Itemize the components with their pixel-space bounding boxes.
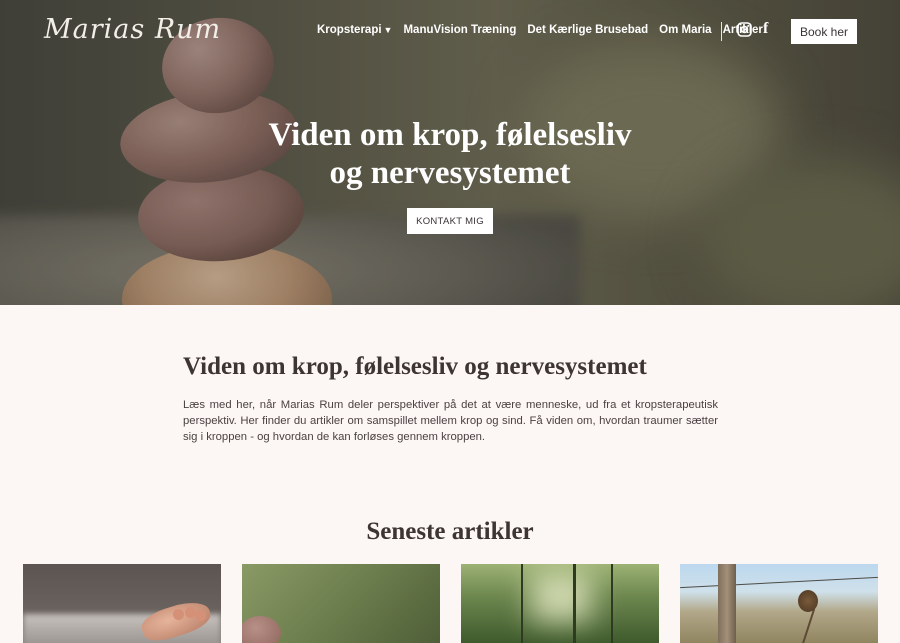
nav-item-label: Kropsterapi	[317, 24, 382, 36]
card-photo-detail	[195, 610, 206, 621]
card-photo-detail	[718, 564, 736, 643]
contact-button[interactable]: KONTAKT MIG	[407, 208, 493, 234]
card-photo-detail	[611, 564, 613, 643]
card-photo-detail	[680, 576, 878, 589]
card-photo-detail	[573, 564, 576, 643]
article-card-image[interactable]	[680, 564, 878, 643]
card-photo-detail	[531, 572, 591, 622]
hero-banner: Marias Rum Kropsterapi ▼ ManuVision Træni…	[0, 0, 900, 305]
article-card-image[interactable]	[23, 564, 221, 643]
card-photo-detail	[800, 608, 816, 643]
site-logo[interactable]: Marias Rum	[44, 14, 221, 45]
nav-item-kropsterapi[interactable]: Kropsterapi ▼	[317, 24, 392, 36]
main-nav: Kropsterapi ▼ ManuVision Træning Det Kærl…	[317, 24, 774, 36]
card-photo-detail	[798, 590, 818, 612]
hero-title: Viden om krop, følelsesliv og nervesyste…	[268, 117, 632, 191]
nav-item-om-maria[interactable]: Om Maria	[659, 24, 711, 36]
article-card-image[interactable]	[461, 564, 659, 643]
nav-item-brusebad[interactable]: Det Kærlige Brusebad	[527, 24, 648, 36]
book-button[interactable]: Book her	[791, 19, 857, 44]
nav-divider	[721, 22, 722, 41]
card-photo-detail	[173, 609, 184, 620]
nav-item-manuvision[interactable]: ManuVision Træning	[403, 24, 516, 36]
intro-text: Læs med her, når Marias Rum deler perspe…	[183, 399, 718, 444]
instagram-icon[interactable]	[737, 22, 752, 42]
facebook-icon[interactable]: f	[763, 21, 768, 37]
chevron-down-icon: ▼	[383, 25, 393, 35]
latest-articles-title: Seneste artikler	[366, 518, 534, 545]
article-card-image[interactable]	[242, 564, 440, 643]
card-photo-detail	[521, 564, 523, 643]
intro-title: Viden om krop, følelsesliv og nervesyste…	[183, 353, 647, 380]
card-photo-detail	[242, 616, 281, 643]
